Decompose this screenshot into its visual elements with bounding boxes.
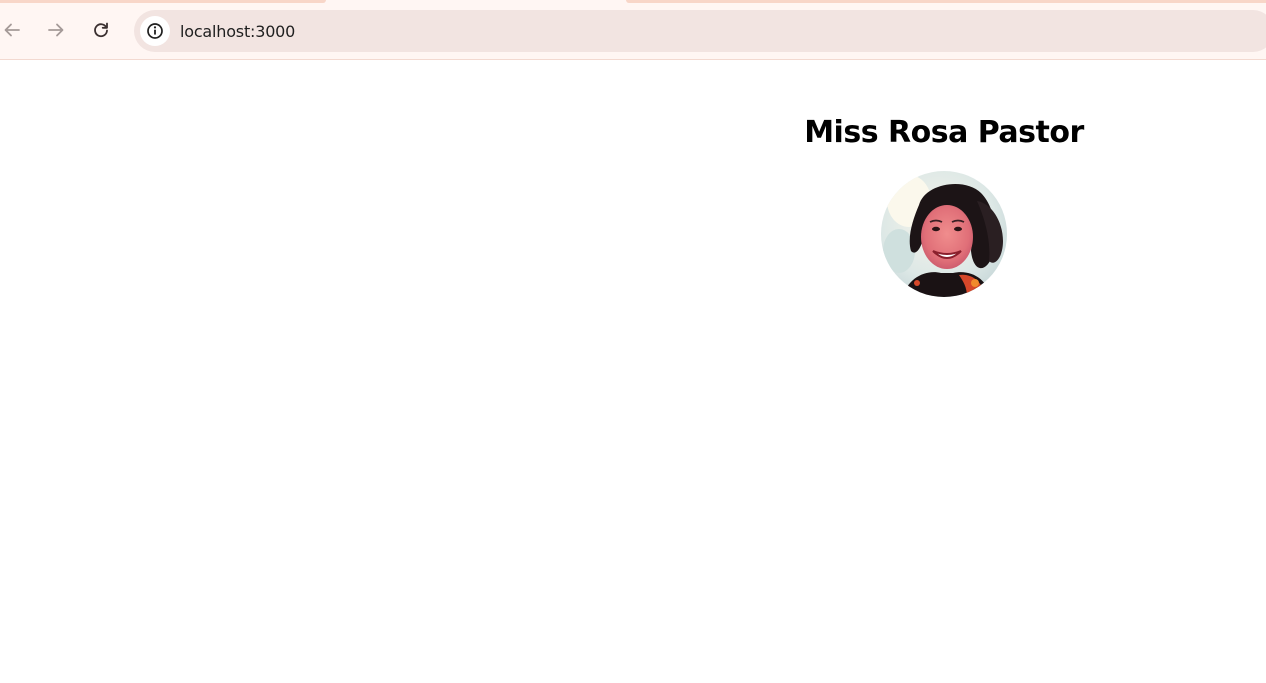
- avatar: [881, 171, 1007, 297]
- profile-name: Miss Rosa Pastor: [804, 115, 1084, 150]
- reload-icon: [94, 22, 108, 38]
- address-bar[interactable]: localhost:3000: [134, 10, 1266, 52]
- site-info-button[interactable]: [140, 16, 170, 46]
- avatar-photo: [881, 171, 1007, 297]
- page-content: Miss Rosa Pastor: [0, 61, 1266, 683]
- profile-card: Miss Rosa Pastor: [788, 113, 1100, 297]
- arrow-left-icon: [4, 23, 20, 37]
- forward-button[interactable]: [40, 14, 72, 46]
- tab-strip-edge: [626, 0, 1266, 3]
- back-button[interactable]: [0, 14, 28, 46]
- browser-toolbar: localhost:3000: [0, 0, 1266, 60]
- reload-button[interactable]: [85, 14, 117, 46]
- info-icon: [147, 23, 163, 39]
- url-text[interactable]: localhost:3000: [180, 22, 295, 41]
- tab-strip-edge: [0, 0, 326, 3]
- arrow-right-icon: [48, 23, 64, 37]
